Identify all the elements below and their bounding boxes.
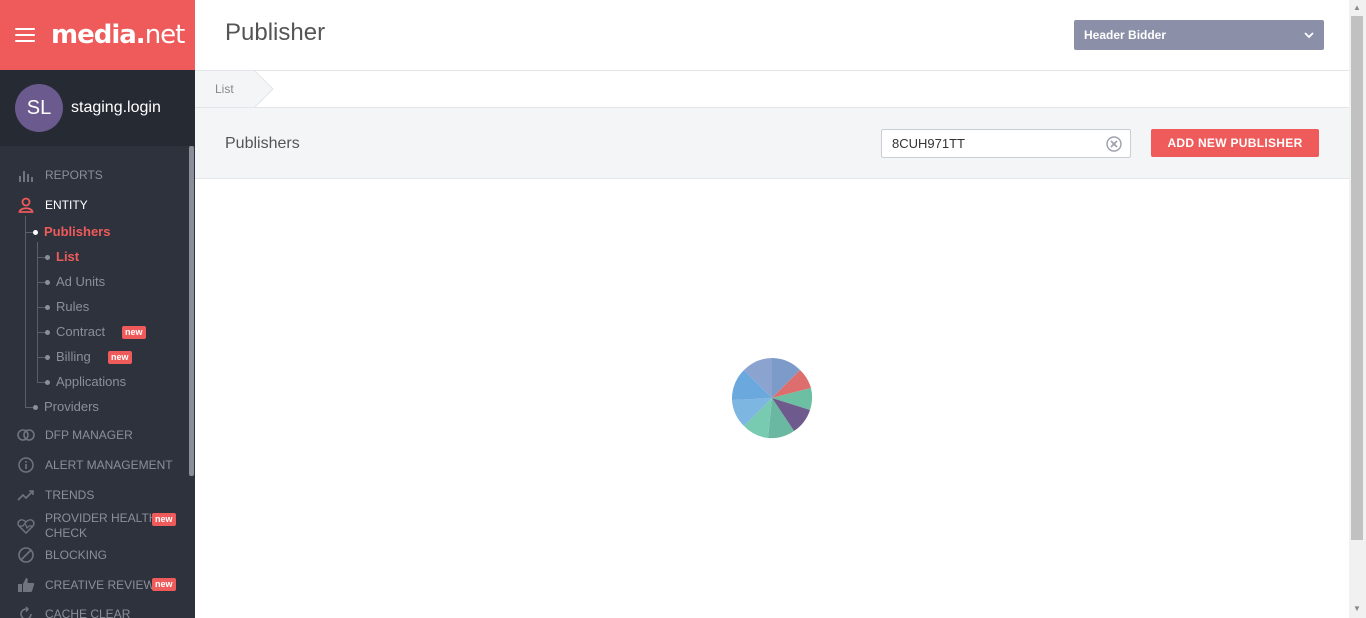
tree-bullet <box>45 330 50 335</box>
rings-icon <box>16 426 36 444</box>
new-badge: new <box>152 578 176 591</box>
nav-entity[interactable]: ENTITY <box>0 196 189 214</box>
nav-alert-management[interactable]: ALERT MANAGEMENT <box>0 456 189 474</box>
section-title: Publishers <box>225 135 300 152</box>
tree-line <box>25 407 33 408</box>
bar-chart-icon <box>16 166 36 184</box>
header-bidder-select[interactable]: Header Bidder <box>1074 20 1324 50</box>
toolbar: Publishers ADD NEW PUBLISHER <box>195 108 1349 179</box>
nav-cache-clear-label: CACHE CLEAR <box>45 607 131 618</box>
user-icon <box>16 196 36 214</box>
nav-entity-label: ENTITY <box>45 198 88 212</box>
nav-dfp-manager[interactable]: DFP MANAGER <box>0 426 189 444</box>
logo[interactable]: media.net <box>51 20 185 50</box>
tree-bullet <box>33 405 38 410</box>
breadcrumb: List <box>195 71 1349 108</box>
nav-sub-list[interactable]: List <box>56 249 79 264</box>
nav-provider-health-label-2: CHECK <box>45 526 88 540</box>
tree-bullet <box>45 380 50 385</box>
avatar[interactable]: SL <box>15 84 63 132</box>
nav-trends[interactable]: TRENDS <box>0 486 189 504</box>
tree-bullet <box>45 305 50 310</box>
new-badge: new <box>152 513 176 526</box>
nav-provider-health-label: PROVIDER HEALTH <box>45 511 158 525</box>
nav-sub-ad-units[interactable]: Ad Units <box>56 274 105 289</box>
nav-sub-contract[interactable]: Contract <box>56 324 105 339</box>
search-input[interactable] <box>881 129 1131 158</box>
sidebar-scroll-thumb[interactable] <box>189 146 194 476</box>
nav-publishers[interactable]: Publishers <box>44 224 110 239</box>
scroll-down-icon[interactable]: ▼ <box>1353 604 1361 613</box>
heartbeat-icon <box>16 517 36 535</box>
clear-icon[interactable] <box>1106 136 1122 152</box>
sidebar: media.net SL staging.login REPORTS ENTIT… <box>0 0 195 618</box>
nav-cache-clear[interactable]: CACHE CLEAR <box>0 605 189 618</box>
nav-providers[interactable]: Providers <box>44 399 99 414</box>
breadcrumb-separator-icon <box>255 71 274 108</box>
scroll-up-icon[interactable]: ▲ <box>1353 3 1361 12</box>
tree-line <box>37 242 38 383</box>
thumbs-up-icon <box>16 576 36 594</box>
nav-trends-label: TRENDS <box>45 488 95 502</box>
loading-spinner-icon <box>731 358 813 439</box>
nav-reports-label: REPORTS <box>45 168 103 182</box>
breadcrumb-item-list[interactable]: List <box>195 71 255 107</box>
username[interactable]: staging.login <box>71 99 161 117</box>
info-icon <box>16 456 36 474</box>
header-bidder-select-value: Header Bidder <box>1084 28 1167 42</box>
nav-reports[interactable]: REPORTS <box>0 166 189 184</box>
add-new-publisher-button[interactable]: ADD NEW PUBLISHER <box>1151 129 1319 157</box>
nav-blocking[interactable]: BLOCKING <box>0 546 189 564</box>
tree-bullet <box>45 355 50 360</box>
page-scroll-thumb[interactable] <box>1351 16 1363 540</box>
user-box: SL staging.login <box>0 70 195 146</box>
nav-sub-billing[interactable]: Billing <box>56 349 91 364</box>
nav-blocking-label: BLOCKING <box>45 548 108 562</box>
tree-bullet <box>33 230 38 235</box>
tree-bullet <box>45 280 50 285</box>
new-badge: new <box>122 326 146 339</box>
tree-bullet <box>45 255 50 260</box>
chevron-down-icon <box>1304 29 1314 43</box>
nav-sub-rules[interactable]: Rules <box>56 299 89 314</box>
page-title: Publisher <box>225 19 326 46</box>
new-badge: new <box>108 351 132 364</box>
nav-dfp-manager-label: DFP MANAGER <box>45 428 133 442</box>
brand-bar: media.net <box>0 0 195 70</box>
nav-sub-applications[interactable]: Applications <box>56 374 126 389</box>
tree-line <box>25 216 26 408</box>
nav-creative-review-label: CREATIVE REVIEW <box>45 578 155 592</box>
nav-alert-management-label: ALERT MANAGEMENT <box>45 458 173 472</box>
tree-line <box>25 232 33 233</box>
top-bar: Publisher Header Bidder <box>195 0 1349 71</box>
trend-up-icon <box>16 486 36 504</box>
page-scrollbar[interactable]: ▲ ▼ <box>1349 0 1366 618</box>
block-icon <box>16 546 36 564</box>
menu-icon[interactable] <box>15 28 35 42</box>
refresh-icon <box>16 605 36 618</box>
